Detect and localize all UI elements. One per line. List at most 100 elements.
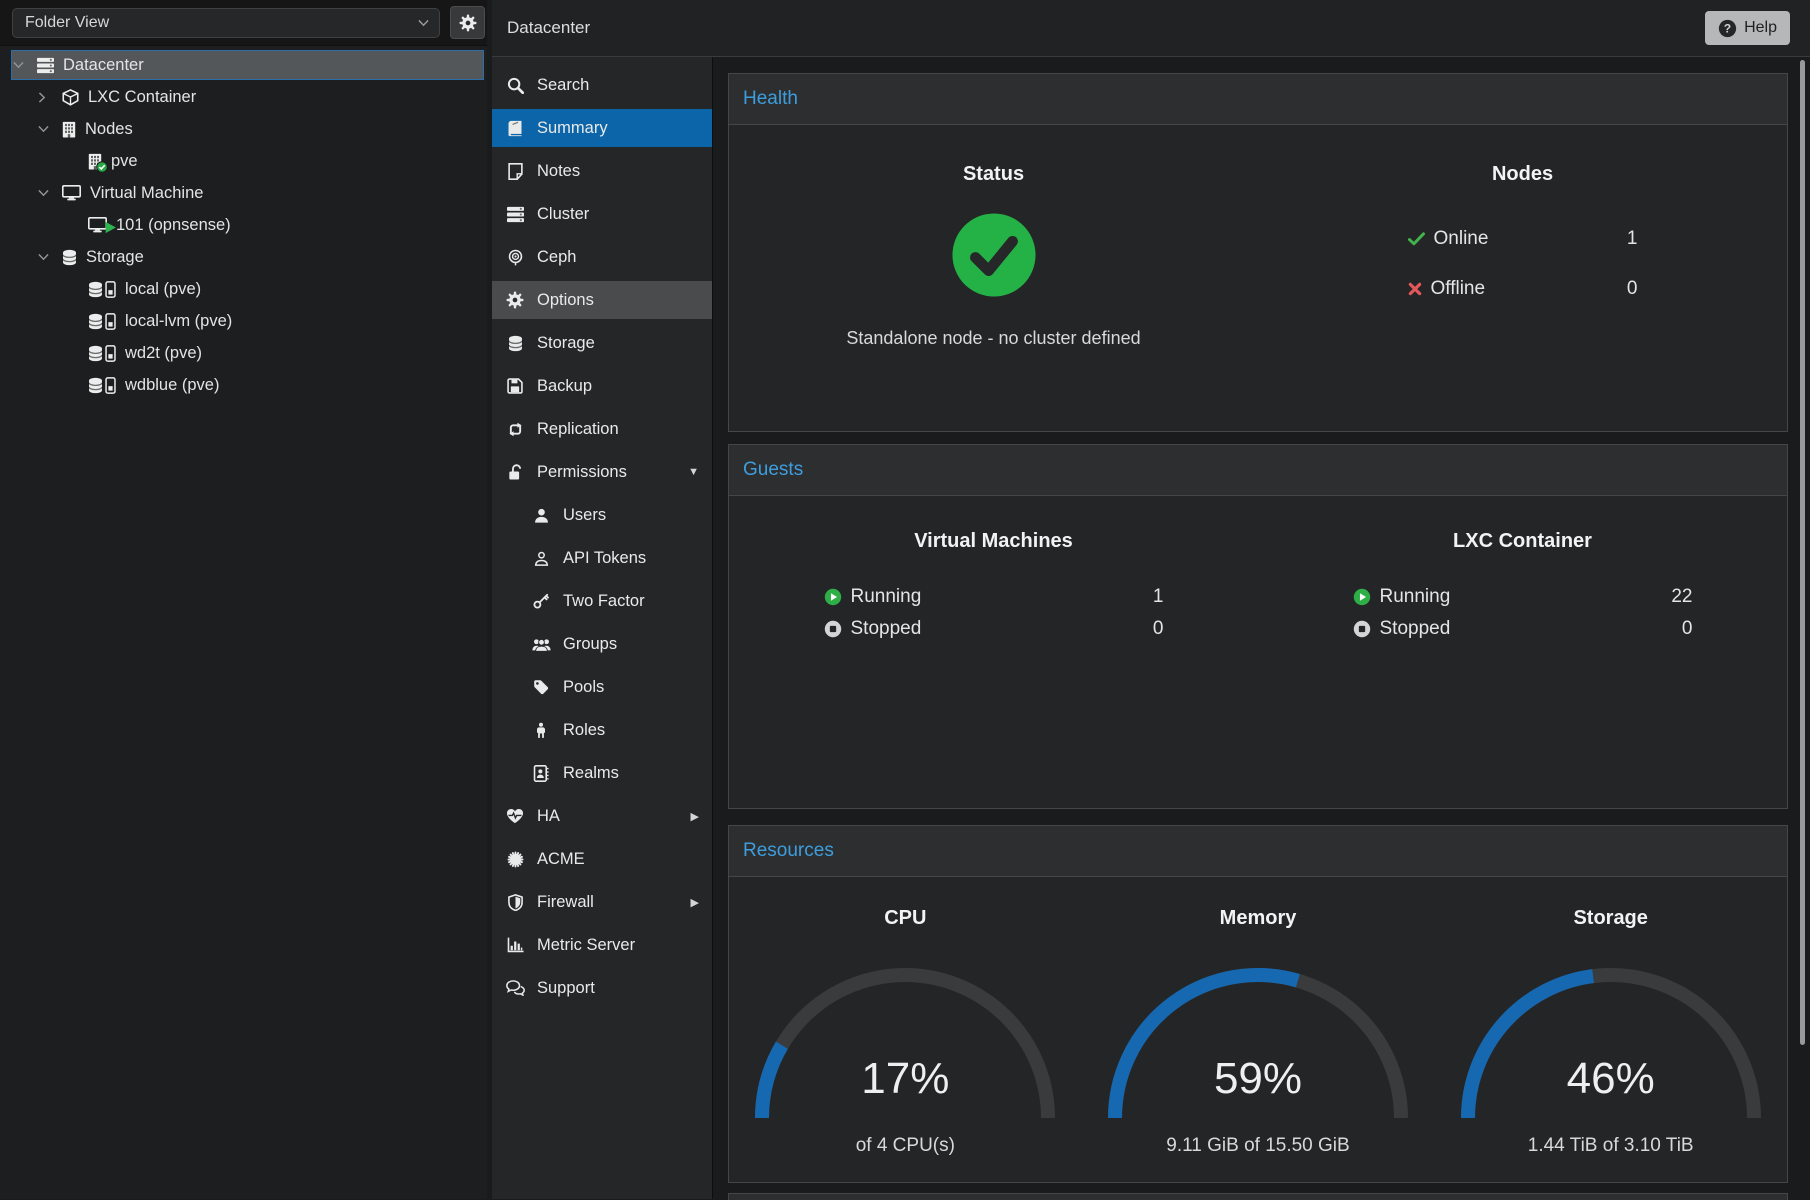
tree-item-wd2t-pve[interactable]: wd2t (pve) — [0, 338, 487, 368]
tree-item-label: local-lvm (pve) — [125, 312, 232, 331]
nav-item-options[interactable]: Options — [492, 281, 712, 319]
nav-item-groups[interactable]: Groups — [492, 625, 712, 663]
user-icon — [528, 508, 554, 523]
nav-item-ha[interactable]: HA▶ — [492, 797, 712, 835]
nav-item-label: Metric Server — [537, 936, 635, 955]
heartbeat-icon — [502, 808, 528, 824]
status-header: Status — [729, 163, 1258, 186]
gauge-arc: 46% — [1461, 966, 1761, 1126]
nav-item-permissions[interactable]: Permissions▼ — [492, 453, 712, 491]
address-book-icon — [528, 765, 554, 782]
resources-panel: Resources CPU17%of 4 CPU(s)Memory59%9.11… — [728, 825, 1788, 1183]
gear-icon — [502, 291, 528, 309]
person-icon — [528, 722, 554, 739]
nav-item-api-tokens[interactable]: API Tokens — [492, 539, 712, 577]
nav-item-label: Ceph — [537, 248, 576, 267]
status-message: Standalone node - no cluster defined — [729, 328, 1258, 349]
nav-item-label: Notes — [537, 162, 580, 181]
tree-item-virtual-machine[interactable]: Virtual Machine — [0, 178, 487, 208]
tree-item-pve[interactable]: pve — [0, 146, 487, 176]
stop-icon — [1353, 620, 1371, 638]
view-mode-select[interactable]: Folder View — [12, 8, 440, 38]
tree-item-storage[interactable]: Storage — [0, 242, 487, 272]
gauge-sub-label: 9.11 GiB of 15.50 GiB — [1082, 1135, 1435, 1157]
tree-item-label: local (pve) — [125, 280, 201, 299]
svg-text:?: ? — [1724, 21, 1731, 35]
nav-item-label: Pools — [563, 678, 604, 697]
nav-item-storage[interactable]: Storage — [492, 324, 712, 362]
gauge-arc: 59% — [1108, 966, 1408, 1126]
nav-item-support[interactable]: Support — [492, 969, 712, 1007]
tree-settings-button[interactable] — [450, 6, 485, 39]
help-button[interactable]: ? Help — [1705, 11, 1790, 45]
caret-right-icon: ▶ — [691, 810, 704, 823]
tree-item-101-opnsense[interactable]: 101 (opnsense) — [0, 210, 487, 240]
group-icon — [528, 637, 554, 652]
status-ok-icon — [951, 212, 1037, 298]
tree-item-wdblue-pve[interactable]: wdblue (pve) — [0, 370, 487, 400]
stat-value: 0 — [1153, 618, 1164, 640]
nav-item-pools[interactable]: Pools — [492, 668, 712, 706]
nav-item-label: Cluster — [537, 205, 589, 224]
expander-down-icon[interactable] — [38, 189, 62, 197]
tree-item-nodes[interactable]: Nodes — [0, 114, 487, 144]
nav-item-label: Replication — [537, 420, 619, 439]
nav-item-replication[interactable]: Replication — [492, 410, 712, 448]
guests-table: Running22Stopped0 — [1353, 581, 1693, 645]
nav-item-two-factor[interactable]: Two Factor — [492, 582, 712, 620]
nav-item-users[interactable]: Users — [492, 496, 712, 534]
expander-down-icon[interactable] — [38, 125, 62, 133]
expander-down-icon[interactable] — [38, 253, 62, 261]
guests-panel: Guests Virtual MachinesRunning1Stopped0L… — [728, 444, 1788, 809]
stat-value: 1 — [1627, 228, 1638, 250]
vertical-scrollbar[interactable] — [1800, 60, 1805, 1045]
search-icon — [502, 77, 528, 94]
nav-item-metric-server[interactable]: Metric Server — [492, 926, 712, 964]
nav-item-cluster[interactable]: Cluster — [492, 195, 712, 233]
nav-item-notes[interactable]: Notes — [492, 152, 712, 190]
nav-item-realms[interactable]: Realms — [492, 754, 712, 792]
stat-label: Running — [1380, 586, 1451, 608]
monitor-play-icon — [88, 217, 107, 233]
book-icon — [502, 120, 528, 137]
health-panel-title: Health — [743, 88, 798, 110]
resources-panel-title: Resources — [743, 840, 834, 862]
tree-item-datacenter[interactable]: Datacenter — [11, 50, 484, 80]
expander-down-icon[interactable] — [13, 61, 37, 69]
chevron-down-icon — [418, 19, 429, 27]
nav-item-label: Support — [537, 979, 595, 998]
floppy-icon — [502, 378, 528, 394]
nav-item-roles[interactable]: Roles — [492, 711, 712, 749]
stat-row-stopped: Stopped0 — [824, 613, 1164, 645]
key-icon — [528, 593, 554, 609]
guests-column-header: LXC Container — [1258, 530, 1787, 553]
gauge-title: CPU — [729, 907, 1082, 930]
nav-item-acme[interactable]: ACME — [492, 840, 712, 878]
nav-item-summary[interactable]: Summary — [492, 109, 712, 147]
nav-item-backup[interactable]: Backup — [492, 367, 712, 405]
health-nodes-column: Nodes Online1Offline0 — [1258, 125, 1787, 349]
health-panel-header: Health — [729, 74, 1787, 125]
chat-icon — [502, 980, 528, 996]
health-status-column: Status Standalone node - no cluster defi… — [729, 125, 1258, 349]
stat-label: Running — [851, 586, 922, 608]
database-icon — [502, 335, 528, 352]
view-mode-value: Folder View — [25, 14, 109, 32]
caret-down-icon: ▼ — [688, 466, 704, 478]
nav-item-search[interactable]: Search — [492, 66, 712, 104]
nav-item-firewall[interactable]: Firewall▶ — [492, 883, 712, 921]
nav-item-ceph[interactable]: Ceph — [492, 238, 712, 276]
stat-row-running: Running22 — [1353, 581, 1693, 613]
nav-item-label: ACME — [537, 850, 585, 869]
expander-right-icon[interactable] — [38, 92, 62, 103]
play-icon — [824, 588, 842, 606]
tree-item-local-pve[interactable]: local (pve) — [0, 274, 487, 304]
database-drive-icon — [88, 313, 116, 330]
nav-item-label: Users — [563, 506, 606, 525]
gauge-cpu: CPU17%of 4 CPU(s) — [729, 877, 1082, 1157]
tree-item-label: wd2t (pve) — [125, 344, 202, 363]
guests-panel-header: Guests — [729, 445, 1787, 496]
gauge-arc: 17% — [755, 966, 1055, 1126]
tree-item-local-lvm-pve[interactable]: local-lvm (pve) — [0, 306, 487, 336]
tree-item-lxc-container[interactable]: LXC Container — [0, 82, 487, 112]
